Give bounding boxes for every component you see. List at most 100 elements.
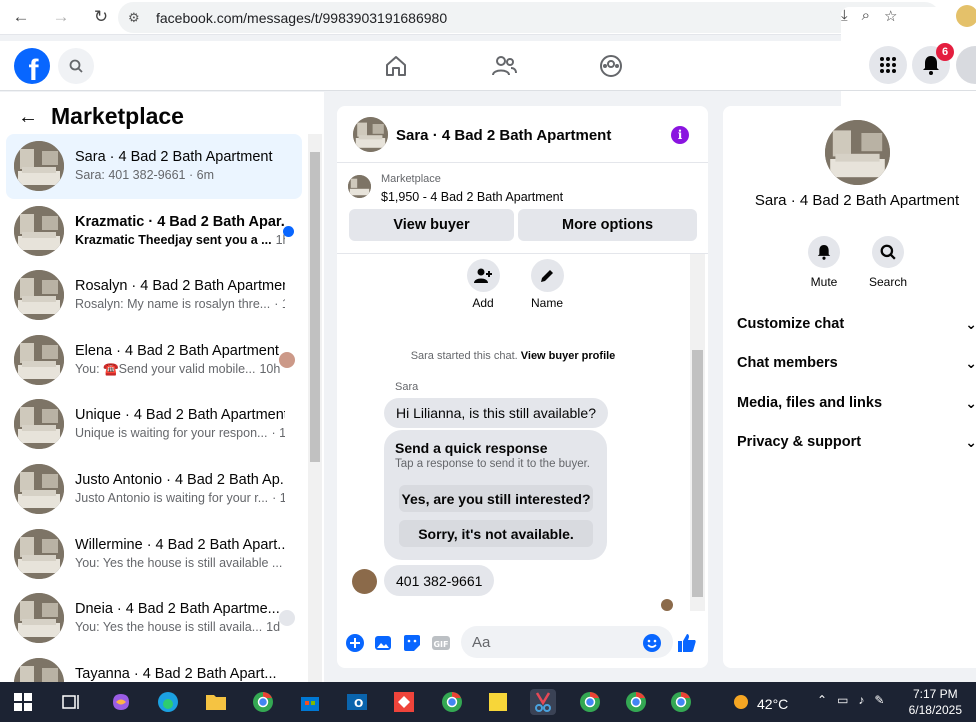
copilot-icon[interactable] [108,689,134,715]
thread-list: Sara · 4 Bad 2 Bath Apartment Sara: 401 3… [6,134,302,715]
anydesk-icon[interactable] [391,689,417,715]
thread-item[interactable]: Rosalyn · 4 Bad 2 Bath Apartment Rosalyn:… [6,263,302,328]
site-info-icon[interactable]: ⚙ [128,10,148,26]
chevron-up-icon[interactable]: ⌃ [817,693,827,707]
volume-icon[interactable]: ♪ [858,693,864,707]
chrome-profile-icon[interactable] [439,689,465,715]
groups-icon[interactable] [593,49,629,83]
thread-title: Justo Antonio · 4 Bad 2 Bath Ap... [75,471,285,488]
mute-button[interactable]: Mute [794,236,854,289]
customize-chat-section[interactable]: Customize chat ⌄ [737,316,976,332]
reload-icon[interactable]: ↻ [88,4,114,30]
microsoft-store-icon[interactable] [297,689,323,715]
forward-icon[interactable]: → [48,4,74,30]
info-icon[interactable]: i [671,126,689,144]
network-icon[interactable]: ▭ [837,693,848,707]
conversation-title[interactable]: Sara · 4 Bad 2 Bath Apartment [396,127,611,144]
address-bar[interactable]: ⚙ facebook.com/messages/t/99839031916869… [118,2,976,569]
chrome-window-icon[interactable] [577,689,603,715]
task-view-icon[interactable] [58,689,84,715]
emoji-icon[interactable] [642,633,662,653]
messages-scrollbar-thumb[interactable] [692,350,703,597]
chat-details-panel: Sara · 4 Bad 2 Bath Apartment Mute Searc… [723,106,976,668]
svg-text:GIF: GIF [433,640,448,649]
mute-label: Mute [810,275,838,289]
home-icon[interactable] [378,49,414,83]
privacy-support-section[interactable]: Privacy & support ⌄ [737,434,976,450]
chat-members-section[interactable]: Chat members ⌄ [737,355,976,371]
like-thumb-icon[interactable] [677,633,697,653]
details-avatar[interactable] [825,120,890,185]
edge-browser-icon[interactable] [155,689,181,715]
sticky-notes-icon[interactable] [485,689,511,715]
thread-item[interactable]: Willermine · 4 Bad 2 Bath Apart... You: Y… [6,522,302,587]
pen-icon[interactable]: ✎ [874,693,884,707]
add-label: Add [472,296,494,310]
add-people-button[interactable]: Add [458,259,508,310]
thread-preview-text: Justo Antonio is waiting for your r... [75,490,269,505]
friends-icon[interactable] [486,49,522,83]
outlook-icon[interactable]: O [344,689,370,715]
notification-count-badge: 6 [936,43,954,61]
snipping-tool-icon[interactable] [530,689,556,715]
thread-avatar [14,141,64,191]
photo-icon[interactable] [373,633,393,653]
listing-thumbnail [348,175,371,198]
facebook-header: f 6 [0,41,976,91]
message-bubble-phone[interactable]: 401 382-9661 [384,565,495,596]
thread-avatar [14,399,64,450]
search-in-conversation-button[interactable]: Search [858,236,918,289]
thread-item[interactable]: Unique · 4 Bad 2 Bath Apartment Unique is… [6,392,302,457]
gif-icon[interactable]: GIF [431,633,451,653]
unread-dot [283,225,294,237]
thread-preview: Unique is waiting for your respon...· 12… [75,426,285,440]
chevron-down-icon: ⌄ [965,355,976,371]
scrollbar-thumb[interactable] [310,152,320,462]
thread-item[interactable]: Sara · 4 Bad 2 Bath Apartment Sara: 401 3… [6,134,302,199]
view-buyer-profile-link[interactable]: View buyer profile [521,350,616,362]
search-icon[interactable] [58,48,94,84]
quick-reply-yes-button[interactable]: Yes, are you still interested? [399,485,593,512]
message-bubble[interactable]: Hi Lilianna, is this still available? [384,398,608,428]
search-label: Search [868,275,908,289]
quick-response-subtitle: Tap a response to send it to the buyer. [395,458,590,470]
file-explorer-icon[interactable] [203,689,229,715]
chevron-down-icon: ⌄ [965,316,976,332]
weather-widget[interactable]: 42°C [731,692,788,715]
chrome-window-icon[interactable] [668,689,694,715]
view-buyer-button[interactable]: View buyer [349,209,514,241]
clock[interactable]: 7:17 PM 6/18/2025 [909,686,962,718]
thread-item[interactable]: Dneia · 4 Bad 2 Bath Apartme... You: Yes … [6,586,302,651]
thread-preview-text: Krazmatic Theedjay sent you a ... [75,232,272,247]
clock-date: 6/18/2025 [908,703,962,717]
plus-circle-icon[interactable] [345,633,365,653]
read-receipt-avatar [279,351,295,368]
account-avatar-icon[interactable] [956,46,976,84]
quick-reply-no-button[interactable]: Sorry, it's not available. [399,520,593,547]
more-options-button[interactable]: More options [518,209,697,241]
thread-preview-text: Sara: 401 382-9661 · 6m [75,168,214,182]
conversation-avatar[interactable] [353,117,388,152]
url-text[interactable]: facebook.com/messages/t/9983903191686980 [156,10,447,26]
quick-response-title: Send a quick response [395,440,548,456]
name-chat-button[interactable]: Name [522,259,572,310]
facebook-logo[interactable]: f [14,48,50,84]
threads-scrollbar[interactable] [308,134,322,682]
menu-grid-icon[interactable] [869,46,907,84]
back-arrow-icon[interactable]: ← [18,106,38,129]
chrome-window-icon[interactable] [623,689,649,715]
media-files-links-section[interactable]: Media, files and links ⌄ [737,395,976,411]
messages-scrollbar[interactable] [690,254,705,611]
thread-item[interactable]: Elena · 4 Bad 2 Bath Apartment You: ☎️Sen… [6,328,302,393]
browser-profile-icon[interactable] [956,5,976,27]
thread-item[interactable]: Justo Antonio · 4 Bad 2 Bath Ap... Justo … [6,457,302,522]
system-tray: ⌃ ▭ ♪ ✎ [817,693,884,707]
search-icon [872,236,904,268]
bell-icon [808,236,840,268]
chrome-icon[interactable] [250,689,276,715]
back-icon[interactable]: ← [8,4,34,30]
sender-avatar[interactable] [352,569,377,594]
windows-start-icon[interactable] [10,689,36,715]
sticker-icon[interactable] [402,633,422,653]
thread-item[interactable]: Krazmatic · 4 Bad 2 Bath Apar... Krazmati… [6,199,302,264]
